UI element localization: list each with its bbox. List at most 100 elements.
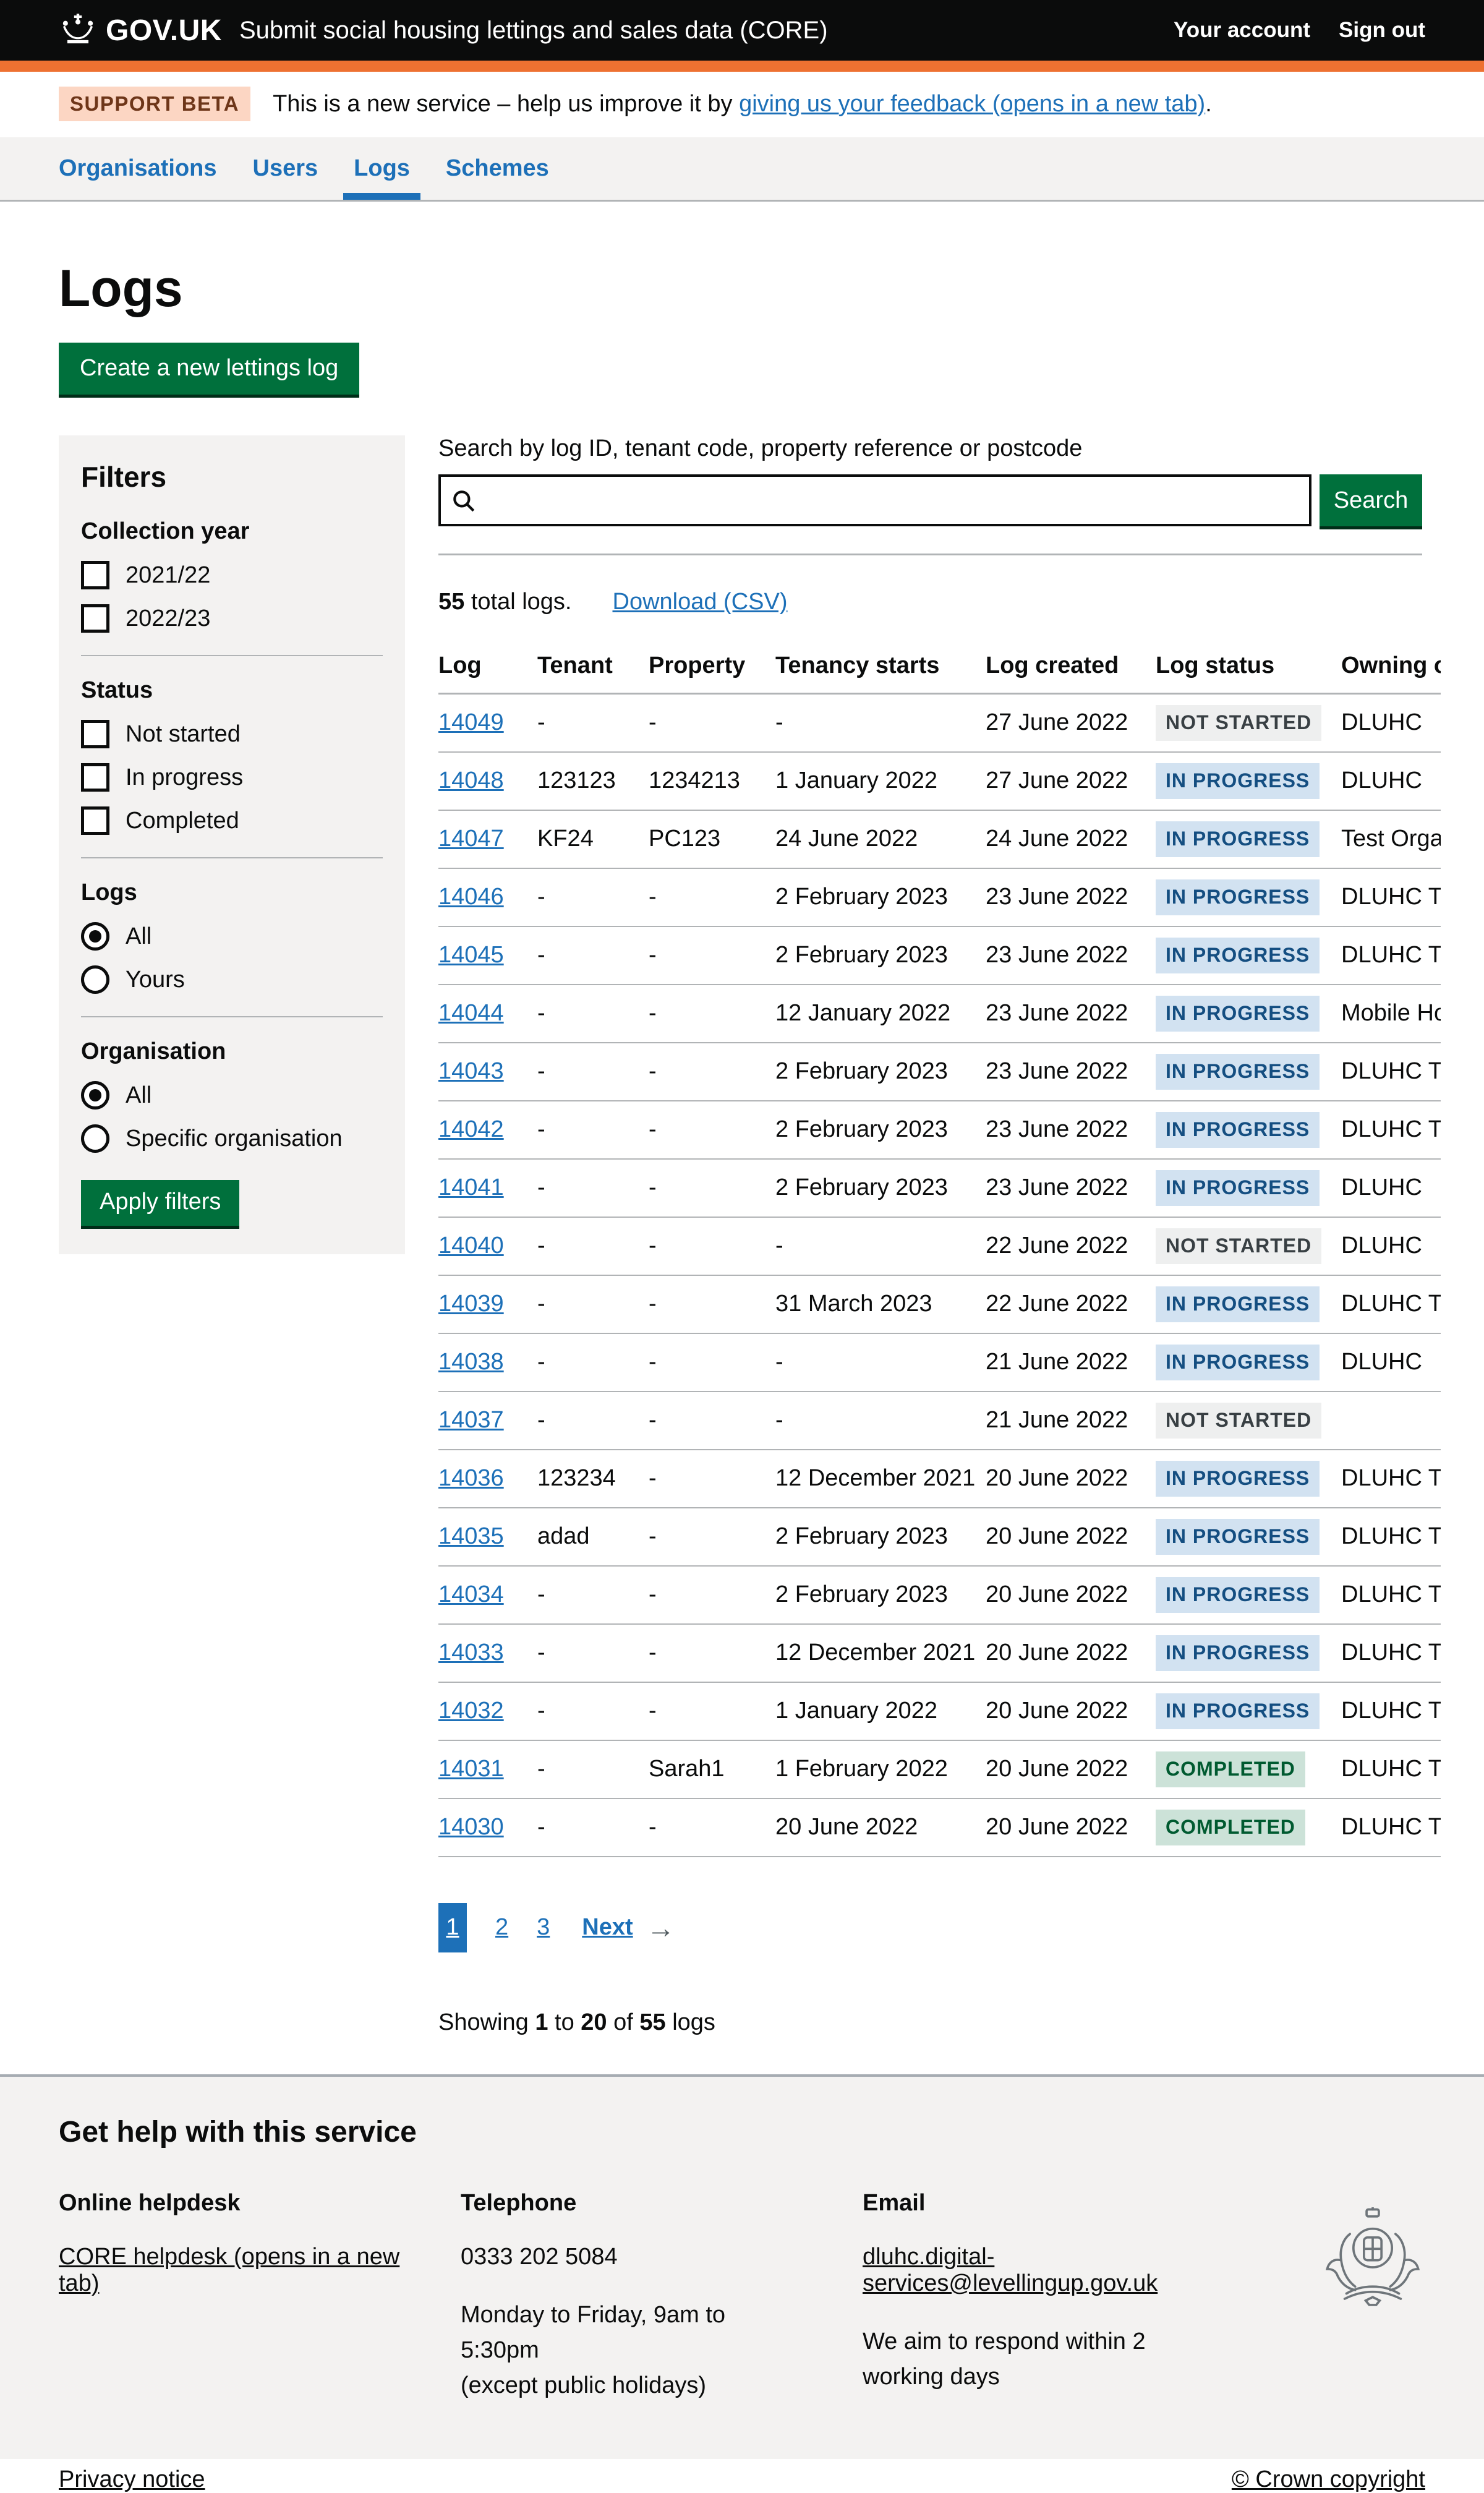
checkbox-option-in-progress[interactable]: In progress bbox=[81, 763, 383, 792]
pagination-next-link[interactable]: Next bbox=[582, 1914, 633, 1941]
log-id-link[interactable]: 14037 bbox=[438, 1407, 504, 1433]
cell-tenancy-starts: 1 January 2022 bbox=[775, 752, 986, 810]
cell-property: - bbox=[649, 1275, 775, 1333]
radio-option-yours[interactable]: Yours bbox=[81, 965, 383, 994]
nav-item-organisations[interactable]: Organisations bbox=[59, 137, 217, 200]
cell-tenant: - bbox=[537, 1682, 649, 1740]
pagination-page-1-current[interactable]: 1 bbox=[438, 1903, 467, 1952]
log-id-link[interactable]: 14042 bbox=[438, 1116, 504, 1142]
pagination-page-3[interactable]: 3 bbox=[537, 1914, 550, 1941]
log-id-link[interactable]: 14030 bbox=[438, 1814, 504, 1840]
pagination-next-arrow-icon[interactable]: → bbox=[647, 1911, 675, 1944]
checkbox-option-2021-22[interactable]: 2021/22 bbox=[81, 561, 383, 589]
option-label: Yours bbox=[126, 967, 185, 993]
radio-option-all[interactable]: All bbox=[81, 922, 383, 951]
create-lettings-log-button[interactable]: Create a new lettings log bbox=[59, 343, 359, 395]
log-id-link[interactable]: 14041 bbox=[438, 1174, 504, 1200]
log-id-link[interactable]: 14036 bbox=[438, 1465, 504, 1491]
cell-tenancy-starts: 12 December 2021 bbox=[775, 1450, 986, 1508]
radio-option-all[interactable]: All bbox=[81, 1081, 383, 1110]
footer-email-column: Email dluhc.digital-services@levellingup… bbox=[863, 2190, 1209, 2414]
table-row: 14039--31 March 202322 June 2022In progr… bbox=[438, 1275, 1441, 1333]
table-body: 14049---27 June 2022Not startedDLUHC1404… bbox=[438, 694, 1441, 1857]
nav-item-schemes[interactable]: Schemes bbox=[446, 137, 549, 200]
checkbox-option-not-started[interactable]: Not started bbox=[81, 720, 383, 748]
log-id-link[interactable]: 14032 bbox=[438, 1698, 504, 1724]
log-id-link[interactable]: 14047 bbox=[438, 826, 504, 852]
crown-icon bbox=[59, 14, 97, 48]
log-id-link[interactable]: 14039 bbox=[438, 1291, 504, 1317]
cell-owning-organisation: DLUHC bbox=[1341, 752, 1441, 810]
checkbox-icon[interactable] bbox=[81, 763, 109, 792]
total-logs-count: 55 bbox=[438, 589, 464, 615]
cell-log-id: 14041 bbox=[438, 1159, 537, 1217]
phase-text-before: This is a new service – help us improve … bbox=[273, 91, 739, 117]
log-id-link[interactable]: 14049 bbox=[438, 709, 504, 735]
telephone-hours: Monday to Friday, 9am to 5:30pm(except p… bbox=[461, 2298, 807, 2403]
checkbox-icon[interactable] bbox=[81, 806, 109, 835]
cell-log-id: 14033 bbox=[438, 1624, 537, 1682]
cell-tenancy-starts: 31 March 2023 bbox=[775, 1275, 986, 1333]
option-label: Not started bbox=[126, 721, 241, 748]
status-badge: In progress bbox=[1156, 1635, 1320, 1671]
log-id-link[interactable]: 14035 bbox=[438, 1523, 504, 1549]
cell-log-id: 14042 bbox=[438, 1101, 537, 1159]
log-id-link[interactable]: 14043 bbox=[438, 1058, 504, 1084]
log-id-link[interactable]: 14048 bbox=[438, 768, 504, 793]
cell-tenant: - bbox=[537, 1566, 649, 1624]
cell-log-created: 23 June 2022 bbox=[986, 926, 1156, 985]
nav-item-users[interactable]: Users bbox=[253, 137, 318, 200]
radio-icon[interactable] bbox=[81, 1124, 109, 1153]
sign-out-link[interactable]: Sign out bbox=[1339, 18, 1425, 43]
govuk-logo[interactable]: GOV.UK bbox=[59, 14, 222, 48]
cell-log-status: Not started bbox=[1156, 1217, 1341, 1275]
your-account-link[interactable]: Your account bbox=[1174, 18, 1310, 43]
checkbox-icon[interactable] bbox=[81, 720, 109, 748]
helpdesk-link[interactable]: CORE helpdesk (opens in a new tab) bbox=[59, 2244, 399, 2296]
log-id-link[interactable]: 14040 bbox=[438, 1233, 504, 1259]
log-id-link[interactable]: 14046 bbox=[438, 884, 504, 910]
cell-log-created: 20 June 2022 bbox=[986, 1508, 1156, 1566]
showing-from: 1 bbox=[535, 2009, 548, 2035]
log-id-link[interactable]: 14044 bbox=[438, 1000, 504, 1026]
email-link[interactable]: dluhc.digital-services@levellingup.gov.u… bbox=[863, 2244, 1158, 2296]
log-id-link[interactable]: 14033 bbox=[438, 1640, 504, 1666]
royal-coat-of-arms bbox=[1320, 2207, 1425, 2414]
cell-log-id: 14039 bbox=[438, 1275, 537, 1333]
option-label: In progress bbox=[126, 764, 243, 791]
log-id-link[interactable]: 14034 bbox=[438, 1581, 504, 1607]
search-button[interactable]: Search bbox=[1320, 474, 1422, 526]
radio-icon[interactable] bbox=[81, 922, 109, 951]
pagination-page-2[interactable]: 2 bbox=[495, 1914, 508, 1941]
service-name[interactable]: Submit social housing lettings and sales… bbox=[239, 17, 828, 45]
nav-item-logs[interactable]: Logs bbox=[354, 137, 410, 200]
cell-log-created: 20 June 2022 bbox=[986, 1450, 1156, 1508]
cell-log-id: 14030 bbox=[438, 1798, 537, 1857]
privacy-notice-link[interactable]: Privacy notice bbox=[59, 2466, 205, 2493]
site-footer: Get help with this service Online helpde… bbox=[0, 2074, 1484, 2459]
log-id-link[interactable]: 14038 bbox=[438, 1349, 504, 1375]
phase-text-after: . bbox=[1205, 91, 1212, 117]
checkbox-option-2022-23[interactable]: 2022/23 bbox=[81, 604, 383, 633]
log-id-link[interactable]: 14045 bbox=[438, 942, 504, 968]
crown-copyright-link[interactable]: © Crown copyright bbox=[1232, 2466, 1425, 2493]
radio-icon[interactable] bbox=[81, 965, 109, 994]
log-id-link[interactable]: 14031 bbox=[438, 1756, 504, 1782]
checkbox-icon[interactable] bbox=[81, 604, 109, 633]
cell-tenancy-starts: 1 January 2022 bbox=[775, 1682, 986, 1740]
checkbox-option-completed[interactable]: Completed bbox=[81, 806, 383, 835]
radio-option-specific-organisation[interactable]: Specific organisation bbox=[81, 1124, 383, 1153]
checkbox-icon[interactable] bbox=[81, 561, 109, 589]
cell-log-created: 23 June 2022 bbox=[986, 868, 1156, 926]
main-content: Logs Create a new lettings log Filters C… bbox=[0, 261, 1484, 2036]
cell-owning-organisation: DLUHC Test bbox=[1341, 1450, 1441, 1508]
cell-log-status: In progress bbox=[1156, 1624, 1341, 1682]
radio-icon[interactable] bbox=[81, 1081, 109, 1110]
download-csv-link[interactable]: Download (CSV) bbox=[613, 589, 788, 615]
cell-owning-organisation: DLUHC Test bbox=[1341, 1275, 1441, 1333]
cell-tenancy-starts: 2 February 2023 bbox=[775, 1043, 986, 1101]
apply-filters-button[interactable]: Apply filters bbox=[81, 1180, 239, 1226]
feedback-link[interactable]: giving us your feedback (opens in a new … bbox=[739, 91, 1205, 117]
telephone-heading: Telephone bbox=[461, 2190, 807, 2217]
search-input[interactable] bbox=[438, 474, 1311, 526]
